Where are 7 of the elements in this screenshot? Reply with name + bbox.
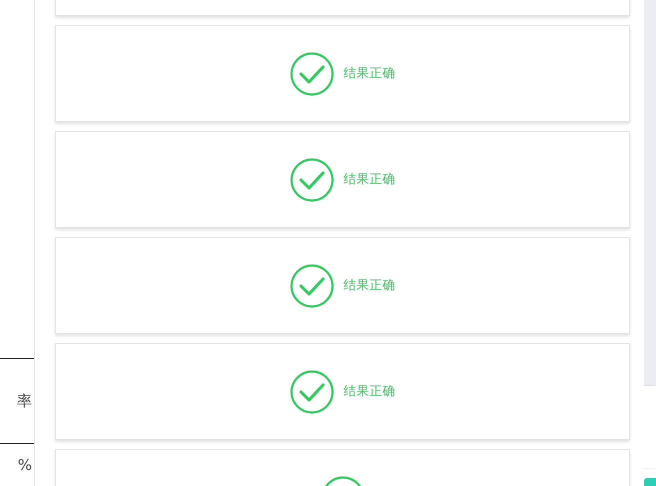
table-cell: % xyxy=(18,456,32,474)
result-label: 结果正确 xyxy=(344,65,396,82)
result-label: 结果正确 xyxy=(344,171,396,188)
result-label: 结果正确 xyxy=(344,277,396,294)
result-label: 结果正确 xyxy=(344,383,396,400)
column-header: 率 xyxy=(17,392,32,410)
popup-button[interactable] xyxy=(644,478,656,486)
